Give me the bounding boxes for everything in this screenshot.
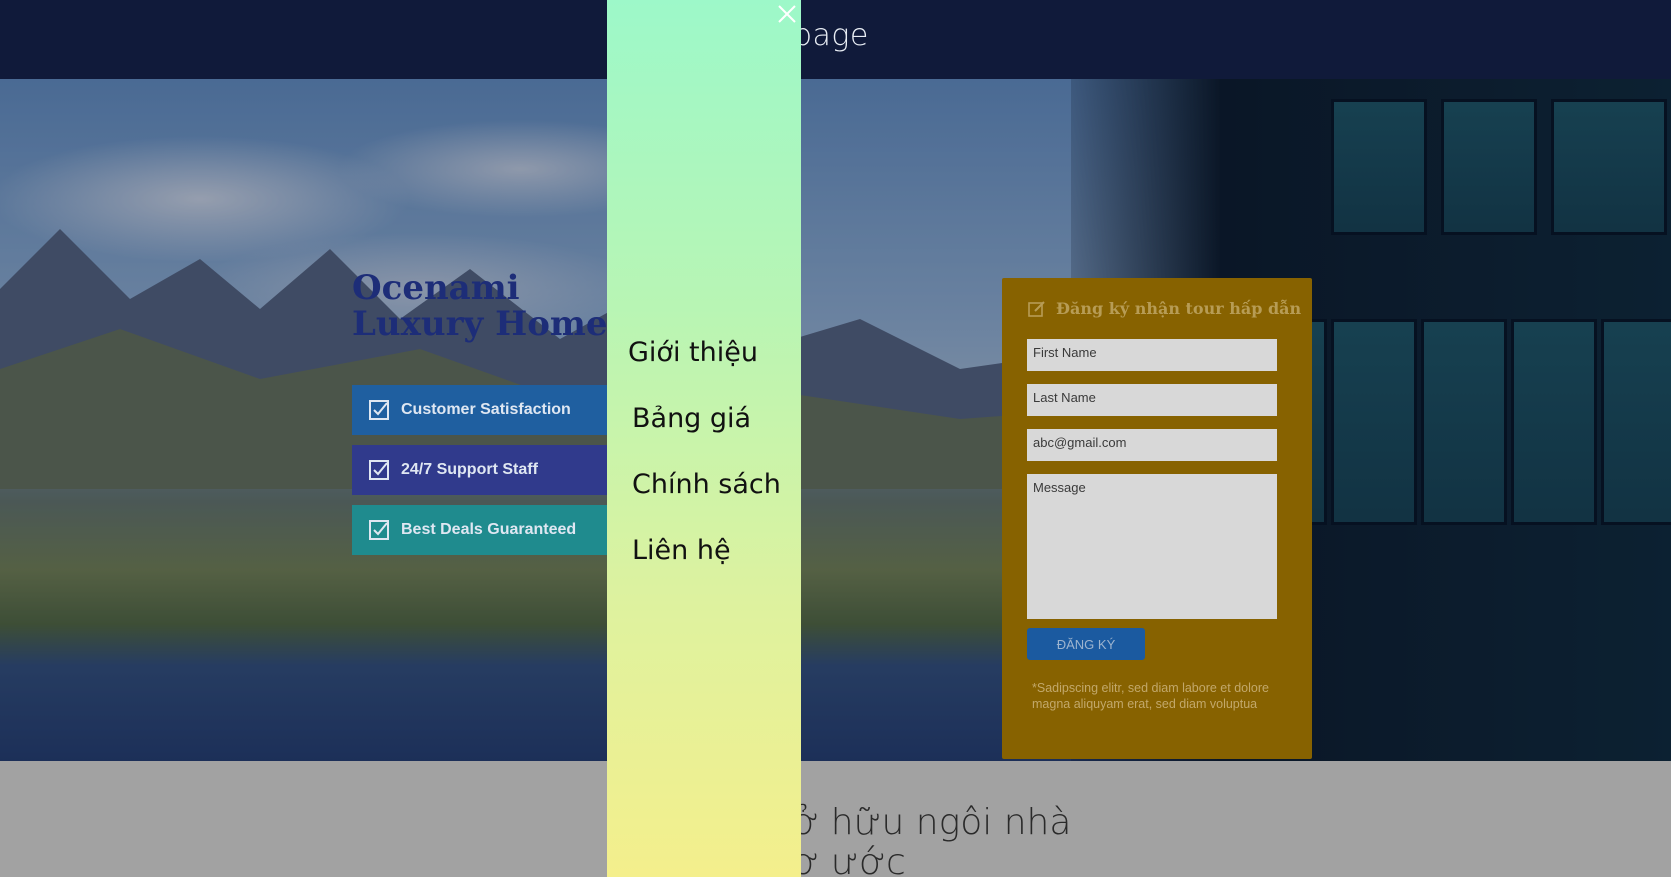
feature-label: Best Deals Guaranteed bbox=[401, 521, 577, 538]
email-field[interactable]: abc@gmail.com bbox=[1027, 429, 1277, 461]
form-note: *Sadipscing elitr, sed diam labore et do… bbox=[1032, 681, 1269, 711]
intro-heading-line1: ở hữu ngôi nhà bbox=[792, 802, 1072, 843]
feature-label: 24/7 Support Staff bbox=[401, 461, 538, 478]
hero-headline-line2: Luxury Home a bbox=[352, 304, 642, 344]
form-title: Đăng ký nhận tour hấp dẫn bbox=[1028, 299, 1301, 318]
menu-item-bang-gia[interactable]: Bảng giá bbox=[632, 403, 751, 434]
hero-headline: Ocenami Luxury Home a bbox=[352, 270, 641, 342]
top-navigation-bar: page bbox=[0, 0, 1671, 79]
checkbox-icon bbox=[369, 460, 389, 480]
form-title-text: Đăng ký nhận tour hấp dẫn bbox=[1056, 299, 1302, 318]
feature-list: Customer Satisfaction 24/7 Support Staff… bbox=[352, 385, 622, 565]
checkbox-icon bbox=[369, 400, 389, 420]
dim-overlay bbox=[0, 79, 1671, 761]
submit-button[interactable]: ĐĂNG KÝ bbox=[1027, 628, 1145, 660]
edit-icon bbox=[1028, 300, 1045, 317]
menu-drawer bbox=[607, 0, 801, 877]
last-name-field[interactable]: Last Name bbox=[1027, 384, 1277, 416]
hero-section bbox=[0, 79, 1671, 761]
first-name-field[interactable]: First Name bbox=[1027, 339, 1277, 371]
menu-item-chinh-sach[interactable]: Chính sách bbox=[632, 469, 781, 500]
feature-label: Customer Satisfaction bbox=[401, 401, 571, 418]
feature-customer-satisfaction: Customer Satisfaction bbox=[352, 385, 622, 435]
checkbox-icon bbox=[369, 520, 389, 540]
tour-signup-form: Đăng ký nhận tour hấp dẫn First Name Las… bbox=[1002, 278, 1312, 759]
feature-best-deals: Best Deals Guaranteed bbox=[352, 505, 622, 555]
close-icon[interactable] bbox=[777, 4, 797, 24]
menu-item-lien-he[interactable]: Liên hệ bbox=[632, 535, 731, 566]
intro-heading: ở hữu ngôi nhà ơ ước bbox=[792, 803, 1071, 883]
message-field[interactable]: Message bbox=[1027, 474, 1277, 619]
brand-logo-text[interactable]: page bbox=[793, 18, 869, 53]
hero-headline-line1: Ocenami bbox=[352, 268, 520, 308]
feature-support-staff: 24/7 Support Staff bbox=[352, 445, 622, 495]
menu-item-gioi-thieu[interactable]: Giới thiệu bbox=[628, 337, 758, 368]
intro-heading-line2: ơ ước bbox=[792, 842, 906, 883]
